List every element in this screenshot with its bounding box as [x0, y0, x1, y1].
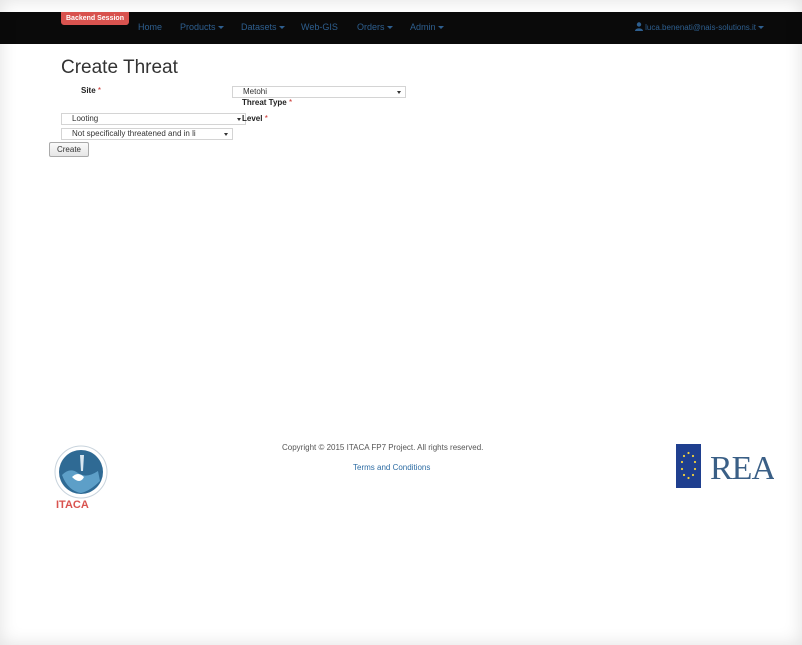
required-mark: * — [264, 114, 268, 123]
itaca-logo-text: ITACA — [56, 499, 89, 511]
chevron-down-icon — [437, 26, 444, 30]
nav-admin-label: Admin — [410, 22, 436, 32]
level-select[interactable]: Not specifically threatened and in li — [61, 128, 233, 140]
dropdown-arrow-icon — [237, 118, 241, 121]
top-navbar: Backend Session Home Products Datasets W… — [0, 12, 802, 44]
threat-type-label-text: Threat Type — [242, 98, 287, 107]
user-email: luca.benenati@nais-solutions.it — [645, 23, 756, 32]
nav-datasets[interactable]: Datasets — [241, 22, 285, 32]
itaca-logo: ITACA — [54, 445, 108, 511]
required-mark: * — [97, 86, 102, 95]
nav-datasets-label: Datasets — [241, 22, 277, 32]
eu-flag-logo — [676, 444, 701, 488]
chevron-down-icon — [278, 26, 285, 30]
chevron-down-icon — [386, 26, 393, 30]
nav-products-label: Products — [180, 22, 216, 32]
site-label-text: Site — [81, 86, 96, 95]
site-select[interactable]: Metohi — [232, 86, 406, 98]
copyright-text: Copyright © 2015 ITACA FP7 Project. All … — [282, 443, 484, 452]
site-label: Site * — [81, 86, 101, 95]
required-mark: * — [288, 98, 293, 107]
nav-web-gis[interactable]: Web-GIS — [301, 22, 338, 32]
threat-type-select[interactable]: Looting — [61, 113, 246, 125]
site-select-value: Metohi — [243, 87, 268, 96]
chevron-down-icon — [217, 26, 224, 30]
level-select-value: Not specifically threatened and in li — [72, 129, 196, 138]
chevron-down-icon — [758, 26, 764, 30]
backend-session-badge: Backend Session — [61, 12, 129, 25]
threat-type-label: Threat Type * — [242, 98, 292, 107]
level-label-text: Level — [242, 114, 263, 123]
rea-logo-text: REA — [710, 450, 774, 485]
nav-orders-label: Orders — [357, 22, 385, 32]
rea-logo: REA — [710, 450, 774, 485]
level-label: Level * — [242, 114, 268, 123]
user-menu[interactable]: luca.benenati@nais-solutions.it — [635, 22, 764, 32]
nav-orders[interactable]: Orders — [357, 22, 393, 32]
user-icon — [635, 22, 644, 31]
nav-admin[interactable]: Admin — [410, 22, 444, 32]
page-title: Create Threat — [61, 57, 178, 78]
dropdown-arrow-icon — [397, 91, 401, 94]
create-button[interactable]: Create — [49, 142, 89, 157]
threat-type-select-value: Looting — [72, 114, 99, 123]
terms-link[interactable]: Terms and Conditions — [353, 463, 430, 472]
dropdown-arrow-icon — [224, 133, 228, 136]
nav-home[interactable]: Home — [138, 22, 162, 32]
nav-products[interactable]: Products — [180, 22, 224, 32]
